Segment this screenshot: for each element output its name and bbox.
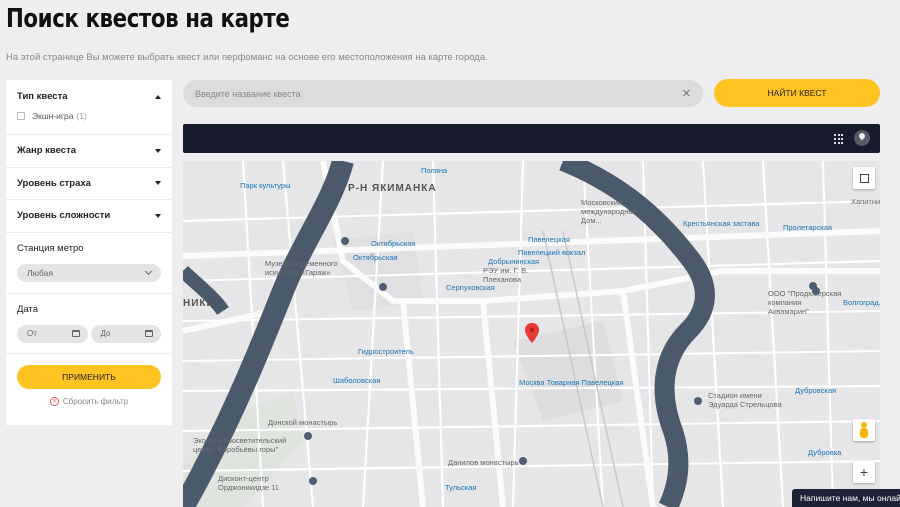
filter-sidebar: Тип квеста Экшн-игра (1) Жанр квеста Уро…	[6, 80, 172, 425]
clear-icon[interactable]: ✕	[682, 87, 691, 100]
metro-select-value: Любая	[27, 267, 53, 278]
map[interactable]: Поляна Парк культуры Р-Н ЯКИМАНКА Москов…	[183, 161, 880, 507]
map-label: Стадион имени Эдуарда Стрельцова	[708, 391, 782, 409]
map-label: Гидростроитель	[358, 347, 414, 356]
chat-widget[interactable]: Напишите нам, мы онлайн!	[792, 489, 900, 507]
filter-difficulty[interactable]: Уровень сложности	[6, 200, 172, 233]
date-from-field[interactable]: От	[17, 324, 88, 343]
fullscreen-button[interactable]	[853, 167, 875, 189]
street-view-pegman[interactable]	[853, 419, 875, 441]
map-view-icon[interactable]	[854, 130, 870, 146]
grid-view-icon[interactable]	[834, 134, 844, 144]
metro-label: Станция метро	[17, 242, 84, 254]
chevron-down-icon	[155, 181, 161, 186]
reset-filter-link[interactable]: × Сбросить фильтр	[6, 396, 172, 406]
find-quest-button[interactable]: НАЙТИ КВЕСТ	[714, 79, 880, 107]
view-toolbar	[183, 124, 880, 153]
map-label: Крестьянская застава	[683, 219, 760, 228]
date-to-field[interactable]: До	[90, 324, 161, 343]
quest-search-input[interactable]: Введите название квеста ✕	[183, 80, 703, 107]
map-label: Донской монастырь	[268, 418, 338, 427]
map-label: Эколого-просветительский центр "Воробьёв…	[193, 436, 287, 454]
chevron-up-icon	[155, 94, 161, 99]
map-label: Павелецкий вокзал	[518, 248, 586, 257]
chevron-down-icon	[144, 267, 153, 275]
filter-difficulty-label: Уровень сложности	[17, 210, 111, 222]
map-label: ООО "Продюсерская компания Аквамарин"	[768, 289, 842, 316]
filter-fear-level-label: Уровень страха	[17, 177, 91, 189]
date-from-placeholder: От	[27, 329, 37, 338]
map-label: Павелецкая	[528, 235, 570, 244]
map-label: Музей современного искусства «Гараж»	[265, 259, 338, 277]
metro-select[interactable]: Любая	[17, 263, 161, 282]
zoom-in-button[interactable]: +	[853, 461, 875, 483]
date-to-placeholder: До	[100, 329, 111, 338]
search-placeholder: Введите название квеста	[195, 88, 301, 99]
chevron-down-icon	[155, 148, 161, 153]
reset-filter-label: Сбросить фильтр	[62, 396, 129, 406]
map-label: Дубровская	[795, 386, 837, 395]
map-label: Волгоград...	[843, 298, 880, 307]
chevron-down-icon	[155, 213, 161, 218]
page-subtitle: На этой странице Вы можете выбрать квест…	[6, 52, 488, 63]
map-canvas	[183, 161, 880, 507]
filter-quest-type-label: Тип квеста	[17, 91, 68, 102]
quest-type-option-label: Экшн-игра	[32, 111, 74, 121]
calendar-icon	[145, 330, 153, 337]
map-label: Дисконт-центр Орджоникидзе 11	[218, 474, 279, 492]
map-label: Москва Товарная Павелецкая	[519, 378, 624, 387]
map-label: Парк культуры	[240, 181, 291, 190]
map-label: Шаболовская	[333, 376, 381, 385]
filter-genre-label: Жанр квеста	[17, 145, 77, 157]
quest-type-option[interactable]: Экшн-игра (1)	[17, 111, 161, 121]
metro-section: Станция метро Любая	[6, 233, 172, 294]
map-label: РЭУ им. Г. В. Плеханова	[483, 266, 529, 284]
calendar-icon	[71, 330, 80, 337]
apply-button[interactable]: ПРИМЕНИТЬ	[17, 364, 161, 389]
filter-quest-type[interactable]: Тип квеста Экшн-игра (1)	[6, 80, 172, 135]
map-label: Хапитни...	[851, 197, 880, 206]
checkbox[interactable]	[17, 112, 25, 120]
date-label: Дата	[17, 303, 39, 315]
filter-fear-level[interactable]: Уровень страха	[6, 168, 172, 200]
map-label: Дубровка	[808, 448, 842, 457]
map-label: НИКИ	[183, 298, 215, 309]
map-label: Поляна	[421, 166, 448, 175]
map-label: Октябрьская	[371, 239, 416, 248]
fullscreen-icon	[859, 173, 869, 183]
quest-type-option-count: (1)	[76, 111, 87, 121]
map-label: Пролетарская	[783, 223, 832, 232]
map-label: Данилов монастырь	[448, 458, 519, 467]
map-label: Тульская	[445, 483, 477, 492]
filter-genre[interactable]: Жанр квеста	[6, 135, 172, 168]
page-title: Поиск квестов на карте	[6, 4, 290, 34]
map-label: Серпуховская	[446, 283, 495, 292]
date-section: Дата От До	[6, 294, 172, 354]
map-label: Московский международный Дом...	[581, 198, 638, 225]
close-circle-icon: ×	[49, 396, 59, 406]
map-label: Добрынинская	[488, 257, 540, 266]
map-label: Октябрьская	[353, 253, 398, 262]
map-label: Р-Н ЯКИМАНКА	[348, 183, 437, 194]
